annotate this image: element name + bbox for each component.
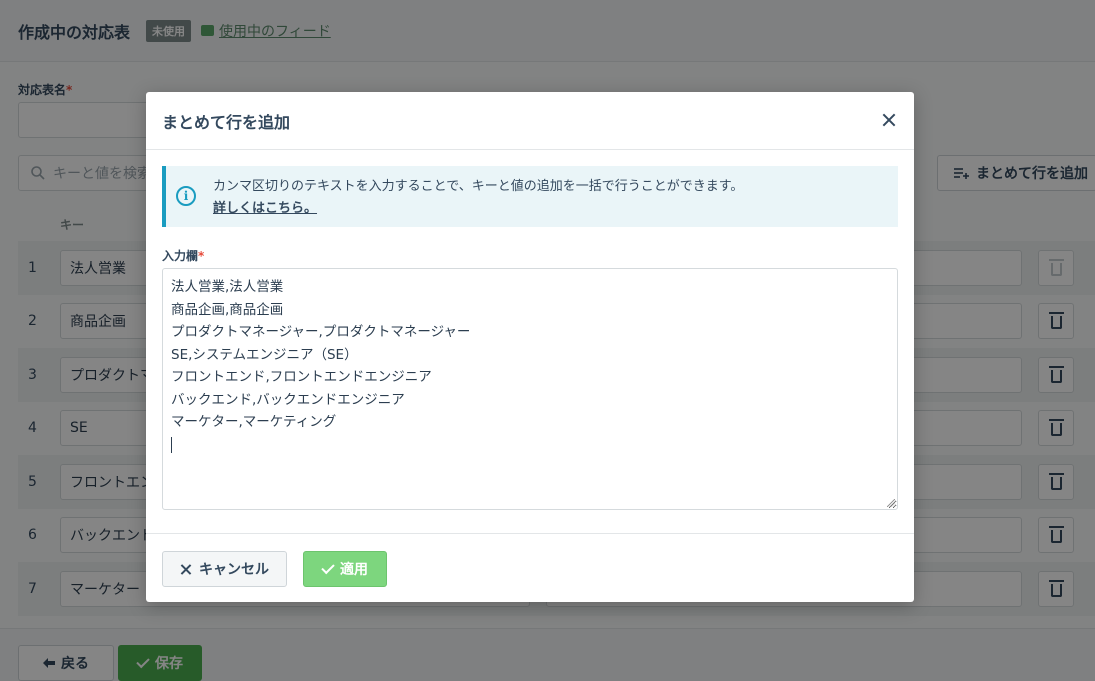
- info-help-link[interactable]: 詳しくはこちら。: [213, 198, 743, 220]
- info-icon: i: [176, 186, 196, 206]
- cancel-button[interactable]: キャンセル: [162, 551, 287, 587]
- modal-footer: キャンセル 適用: [146, 533, 914, 602]
- textarea-line: SE,システムエンジニア（SE）: [171, 346, 358, 363]
- textarea-line: 法人営業,法人営業: [171, 279, 284, 295]
- bulk-add-modal: まとめて行を追加 i カンマ区切りのテキストを入力することで、キーと値の追加を一…: [146, 92, 914, 602]
- modal-title: まとめて行を追加: [162, 112, 291, 132]
- cancel-button-label: キャンセル: [199, 562, 269, 578]
- bulk-input-textarea[interactable]: 法人営業,法人営業 商品企画,商品企画プロダクトマネージャー,プロダクトマネージャ…: [162, 268, 898, 510]
- apply-button-label: 適用: [340, 562, 368, 578]
- info-callout: i カンマ区切りのテキストを入力することで、キーと値の追加を一括で行うことができ…: [162, 166, 898, 227]
- modal-header: まとめて行を追加: [146, 92, 914, 150]
- apply-button[interactable]: 適用: [303, 551, 387, 587]
- info-message: カンマ区切りのテキストを入力することで、キーと値の追加を一括で行うことができます…: [213, 179, 744, 194]
- info-text: カンマ区切りのテキストを入力することで、キーと値の追加を一括で行うことができます…: [213, 176, 743, 220]
- textarea-line: マーケター,マーケティング: [171, 414, 337, 430]
- textarea-line: バックエンド,バックエンドエンジニア: [171, 391, 405, 408]
- close-icon[interactable]: [882, 113, 896, 127]
- textarea-line: フロントエンド,フロントエンドエンジニア: [171, 369, 432, 385]
- close-icon: [180, 564, 191, 575]
- textarea-line: 商品企画,商品企画: [171, 301, 284, 318]
- text-caret-line: [171, 434, 889, 457]
- input-field-label: 入力欄*: [162, 249, 205, 263]
- textarea-line: プロダクトマネージャー,プロダクトマネージャー: [171, 324, 471, 340]
- text-caret: [171, 436, 172, 453]
- check-icon: [321, 560, 335, 575]
- resize-handle[interactable]: [887, 499, 895, 507]
